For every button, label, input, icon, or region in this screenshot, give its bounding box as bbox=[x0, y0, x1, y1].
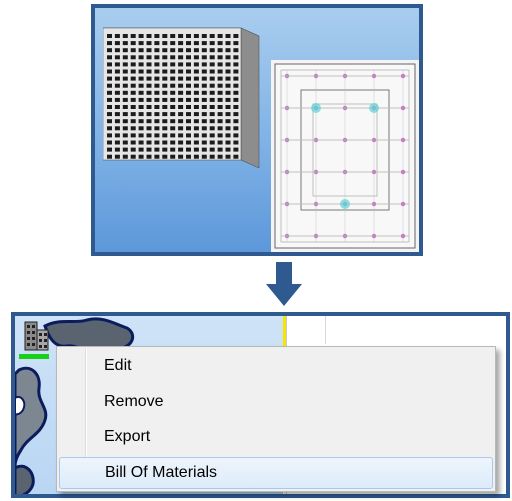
building-icon bbox=[103, 27, 260, 169]
menu-item-label: Remove bbox=[104, 393, 164, 410]
building-tree-icon[interactable] bbox=[24, 320, 50, 352]
floor-plan-drawing bbox=[271, 60, 419, 252]
selection-indicator bbox=[19, 354, 49, 359]
menu-item-export[interactable]: Export bbox=[59, 422, 493, 454]
menu-item-remove[interactable]: Remove bbox=[59, 387, 493, 419]
menu-item-label: Bill Of Materials bbox=[105, 464, 218, 481]
menu-item-edit[interactable]: Edit bbox=[59, 351, 493, 383]
grid-line bbox=[325, 316, 326, 344]
building-illustration-panel bbox=[91, 4, 423, 256]
context-menu: Edit Remove Export Bill Of Materials bbox=[56, 346, 496, 492]
menu-item-bill-of-materials[interactable]: Bill Of Materials bbox=[59, 457, 493, 489]
menu-item-label: Export bbox=[104, 428, 151, 445]
arrow-down-icon bbox=[266, 262, 302, 306]
menu-item-label: Edit bbox=[104, 357, 132, 374]
